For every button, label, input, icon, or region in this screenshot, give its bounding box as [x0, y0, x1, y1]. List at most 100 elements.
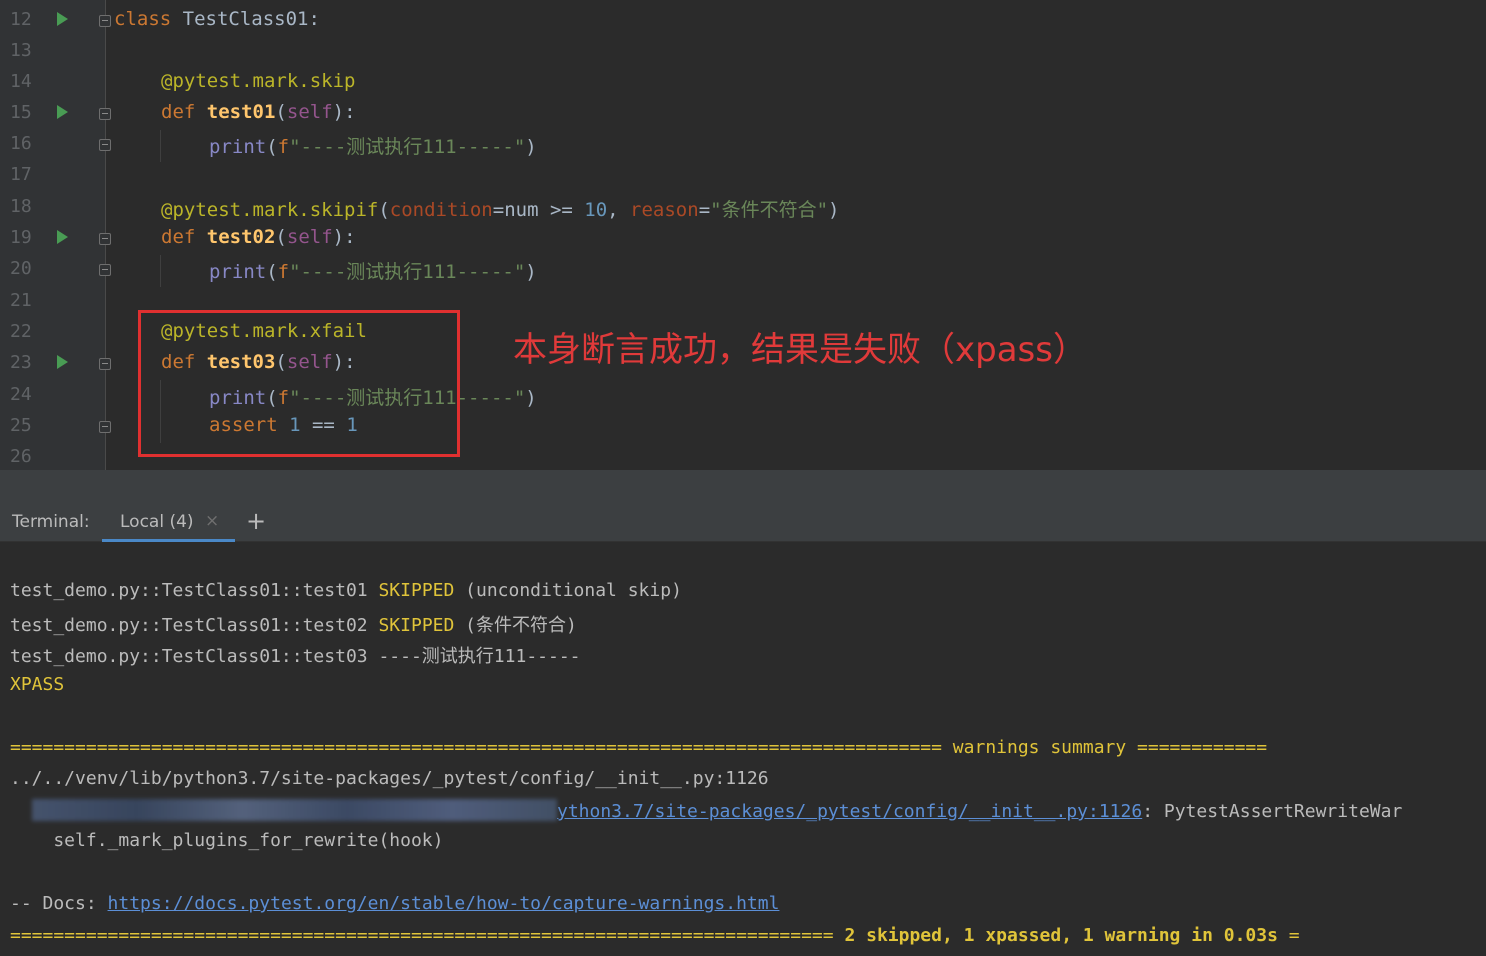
- code-editor[interactable]: 12 class TestClass01: 13 14 @pytest.mark…: [0, 0, 1486, 470]
- line-number: 16: [10, 133, 32, 154]
- annotation-highlight-box: [138, 310, 460, 457]
- warning-path: ../../venv/lib/python3.7/site-packages/_…: [10, 768, 769, 789]
- warnings-summary-separator: ========================================…: [10, 737, 1268, 758]
- paren: (: [378, 199, 390, 221]
- line-number: 20: [10, 258, 32, 279]
- paren: (: [266, 261, 278, 283]
- warning-text: : PytestAssertRewriteWar: [1142, 801, 1403, 822]
- code-line-13[interactable]: 13: [0, 36, 1486, 67]
- status-skipped: SKIPPED: [378, 615, 455, 636]
- docs-prefix: -- Docs:: [10, 893, 108, 914]
- keyword: def: [161, 226, 196, 248]
- keyword: def: [161, 101, 196, 123]
- status-xpass: XPASS: [10, 674, 65, 695]
- redacted-path: [32, 799, 557, 821]
- run-gutter-icon[interactable]: [57, 12, 68, 26]
- line-number: 24: [10, 384, 32, 405]
- terminal-line: ython3.7/site-packages/_pytest/config/__…: [10, 799, 1402, 822]
- add-tab-icon[interactable]: +: [246, 507, 266, 535]
- summary-result: 2 skipped, 1 xpassed, 1 warning in 0.03s: [844, 925, 1278, 946]
- line-number: 23: [10, 352, 32, 373]
- self-param: self: [286, 226, 333, 248]
- fold-icon[interactable]: [99, 15, 111, 27]
- terminal-toolbar: Terminal: Local (4) × +: [0, 502, 1486, 542]
- summary-separator-end: =: [1277, 925, 1300, 946]
- paren: ): [525, 136, 537, 158]
- line-number: 22: [10, 321, 32, 342]
- keyword-arg: condition: [389, 199, 493, 221]
- terminal-line: test_demo.py::TestClass01::test01 SKIPPE…: [10, 580, 682, 601]
- paren: (: [266, 136, 278, 158]
- string-literal: "条件不符合": [710, 199, 829, 221]
- terminal-output[interactable]: test_demo.py::TestClass01::test01 SKIPPE…: [0, 542, 1486, 956]
- run-gutter-icon[interactable]: [57, 230, 68, 244]
- status-skipped: SKIPPED: [378, 580, 455, 601]
- close-icon[interactable]: ×: [205, 511, 219, 531]
- terminal-line: test_demo.py::TestClass01::test03 ----测试…: [10, 646, 581, 667]
- paren: ): [828, 199, 840, 221]
- string-literal: "----测试执行111-----": [289, 261, 526, 283]
- fold-icon[interactable]: [99, 233, 111, 245]
- annotation-text: 本身断言成功，结果是失败（xpass）: [513, 330, 1087, 370]
- expression: =num >=: [492, 199, 585, 221]
- fold-icon[interactable]: [99, 264, 111, 276]
- keyword-arg: reason: [630, 199, 699, 221]
- skip-reason: (条件不符合): [454, 615, 577, 636]
- terminal-tab-local[interactable]: Local (4) ×: [102, 502, 235, 542]
- test-id: test_demo.py::TestClass01::test01: [10, 580, 379, 601]
- comma: ,: [607, 199, 631, 221]
- line-number: 21: [10, 290, 32, 311]
- terminal-line: test_demo.py::TestClass01::test02 SKIPPE…: [10, 611, 577, 637]
- code-line-17[interactable]: 17: [0, 160, 1486, 191]
- string-literal: "----测试执行111-----": [289, 136, 526, 158]
- skip-reason: (unconditional skip): [454, 580, 682, 601]
- terminal-label: Terminal:: [12, 512, 90, 532]
- summary-line: ========================================…: [10, 925, 1300, 946]
- line-number: 15: [10, 102, 32, 123]
- builtin-print: print: [209, 136, 267, 158]
- paren: ):: [332, 101, 356, 123]
- panel-separator[interactable]: [0, 470, 1486, 502]
- fstring-prefix: f: [277, 261, 290, 283]
- fold-icon[interactable]: [99, 421, 111, 433]
- fstring-prefix: f: [277, 136, 290, 158]
- keyword: class: [114, 8, 172, 30]
- fold-icon[interactable]: [99, 358, 111, 370]
- line-number: 26: [10, 446, 32, 467]
- test-id: test_demo.py::TestClass01::test02: [10, 615, 379, 636]
- function-name: test02: [206, 226, 276, 248]
- paren: (: [275, 101, 287, 123]
- number-literal: 10: [584, 199, 608, 221]
- paren: (: [275, 226, 287, 248]
- line-number: 17: [10, 164, 32, 185]
- line-number: 25: [10, 415, 32, 436]
- decorator: @pytest.mark.skipif: [161, 199, 379, 221]
- code-line-15[interactable]: 15 def test01(self):: [0, 98, 1486, 129]
- line-number: 18: [10, 196, 32, 217]
- terminal-line: -- Docs: https://docs.pytest.org/en/stab…: [10, 893, 779, 914]
- class-name: TestClass01:: [171, 8, 320, 30]
- terminal-tab-label: Local (4): [120, 512, 194, 532]
- run-gutter-icon[interactable]: [57, 355, 68, 369]
- self-param: self: [286, 101, 333, 123]
- line-number: 12: [10, 9, 32, 30]
- warning-source-line: self._mark_plugins_for_rewrite(hook): [10, 830, 444, 851]
- equals: =: [698, 199, 711, 221]
- warning-file-link[interactable]: ython3.7/site-packages/_pytest/config/__…: [557, 801, 1142, 822]
- code-line-14[interactable]: 14 @pytest.mark.skip: [0, 67, 1486, 98]
- code-line-19[interactable]: 19 def test02(self):: [0, 223, 1486, 254]
- decorator: @pytest.mark.skip: [161, 70, 356, 92]
- fold-icon[interactable]: [99, 108, 111, 120]
- code-line-12[interactable]: 12 class TestClass01:: [0, 5, 1486, 36]
- fold-icon[interactable]: [99, 139, 111, 151]
- run-gutter-icon[interactable]: [57, 105, 68, 119]
- summary-separator: ========================================…: [10, 925, 845, 946]
- code-line-20[interactable]: 20 print(f"----测试执行111-----"): [0, 254, 1486, 285]
- code-line-16[interactable]: 16 print(f"----测试执行111-----"): [0, 129, 1486, 160]
- line-number: 19: [10, 227, 32, 248]
- paren: ): [525, 387, 537, 409]
- docs-link[interactable]: https://docs.pytest.org/en/stable/how-to…: [108, 893, 780, 914]
- line-number: 13: [10, 40, 32, 61]
- line-number: 14: [10, 71, 32, 92]
- code-line-18[interactable]: 18 @pytest.mark.skipif(condition=num >= …: [0, 192, 1486, 223]
